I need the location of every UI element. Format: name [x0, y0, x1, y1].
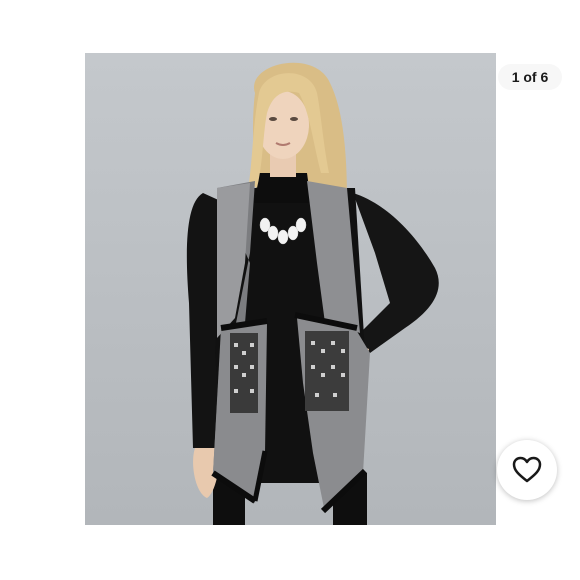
image-counter-badge: 1 of 6: [498, 64, 562, 90]
image-gallery: 1 of 6: [0, 0, 580, 580]
image-counter-text: 1 of 6: [511, 69, 549, 85]
product-photo[interactable]: [85, 53, 496, 525]
favorite-button[interactable]: [497, 440, 557, 500]
product-photo-illustration: [186, 62, 439, 525]
heart-icon: [512, 456, 542, 483]
